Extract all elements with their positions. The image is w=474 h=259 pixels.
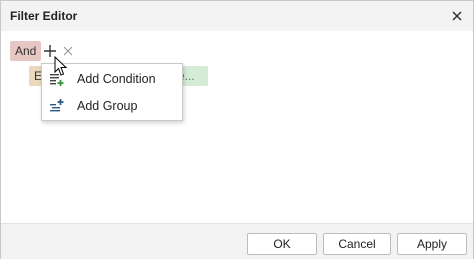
apply-button[interactable]: Apply <box>397 233 467 255</box>
add-group-icon <box>50 99 64 112</box>
mouse-cursor-icon <box>54 56 68 76</box>
filter-editor-dialog: Filter Editor And E e... Add Condition A… <box>0 0 474 259</box>
filter-tree-area: And E e... Add Condition Add Group <box>1 31 473 223</box>
close-button[interactable] <box>447 6 467 26</box>
menu-item-add-group[interactable]: Add Group <box>42 93 182 120</box>
menu-item-label: Add Condition <box>77 72 156 86</box>
ok-button[interactable]: OK <box>247 233 317 255</box>
close-icon <box>452 11 462 21</box>
dialog-footer: OK Cancel Apply <box>1 223 473 259</box>
cancel-button[interactable]: Cancel <box>323 233 391 255</box>
dialog-title: Filter Editor <box>10 9 78 23</box>
menu-item-label: Add Group <box>77 99 138 113</box>
group-operator-and[interactable]: And <box>10 41 42 61</box>
title-bar: Filter Editor <box>1 1 473 31</box>
remove-icon[interactable] <box>63 46 73 56</box>
